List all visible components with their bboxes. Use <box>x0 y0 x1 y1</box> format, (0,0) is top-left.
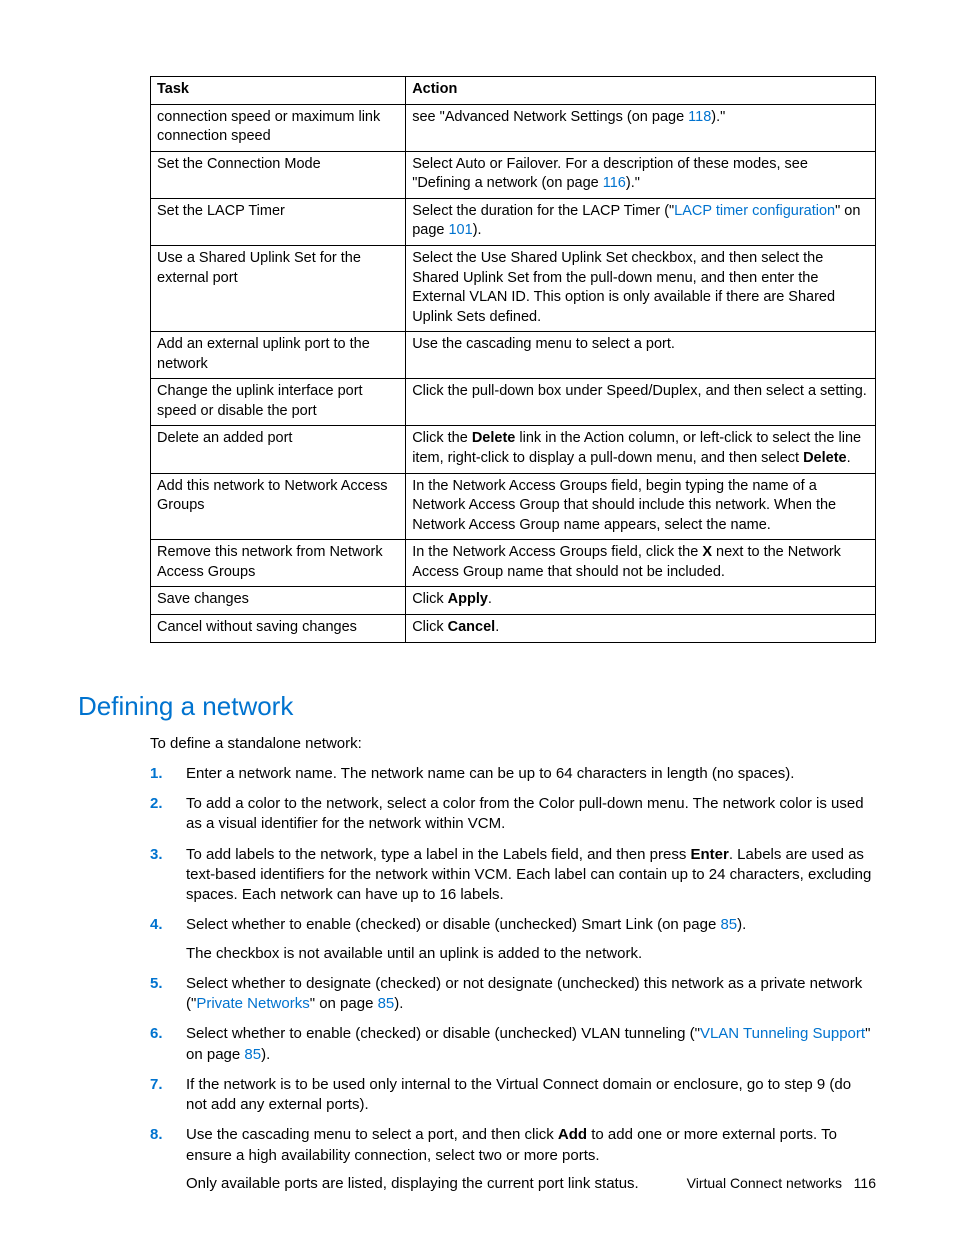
list-item: Select whether to designate (checked) or… <box>150 974 876 1015</box>
page-link[interactable]: 85 <box>720 916 737 933</box>
table-row: Change the uplink interface port speed o… <box>151 379 876 426</box>
task-cell: Change the uplink interface port speed o… <box>151 379 406 426</box>
table-row: Delete an added port Click the Delete li… <box>151 426 876 473</box>
list-item: Enter a network name. The network name c… <box>150 764 876 784</box>
table-header-action: Action <box>406 77 876 105</box>
page-number: 116 <box>854 1175 876 1191</box>
table-row: Set the LACP Timer Select the duration f… <box>151 198 876 245</box>
action-cell: Select Auto or Failover. For a descripti… <box>406 151 876 198</box>
table-row: Remove this network from Network Access … <box>151 540 876 587</box>
text-link[interactable]: VLAN Tunneling Support <box>700 1025 865 1042</box>
page-link[interactable]: 118 <box>688 109 711 125</box>
task-cell: Add an external uplink port to the netwo… <box>151 332 406 379</box>
list-item: Select whether to enable (checked) or di… <box>150 1024 876 1065</box>
list-item: If the network is to be used only intern… <box>150 1075 876 1116</box>
page-link[interactable]: 85 <box>244 1046 261 1063</box>
action-cell: Select the duration for the LACP Timer (… <box>406 198 876 245</box>
task-cell: Save changes <box>151 587 406 615</box>
action-cell: Use the cascading menu to select a port. <box>406 332 876 379</box>
section-heading: Defining a network <box>78 689 876 724</box>
action-cell: Click Apply. <box>406 587 876 615</box>
table-header-task: Task <box>151 77 406 105</box>
action-cell: see "Advanced Network Settings (on page … <box>406 104 876 151</box>
page-footer: Virtual Connect networks 116 <box>687 1174 876 1193</box>
action-cell: Click the pull-down box under Speed/Dupl… <box>406 379 876 426</box>
task-cell: Use a Shared Uplink Set for the external… <box>151 245 406 331</box>
task-cell: Delete an added port <box>151 426 406 473</box>
list-item: To add a color to the network, select a … <box>150 794 876 835</box>
task-action-table: Task Action connection speed or maximum … <box>150 76 876 643</box>
action-cell: In the Network Access Groups field, clic… <box>406 540 876 587</box>
table-row: Save changes Click Apply. <box>151 587 876 615</box>
table-row: connection speed or maximum link connect… <box>151 104 876 151</box>
page-link[interactable]: 85 <box>378 995 395 1012</box>
task-cell: Set the LACP Timer <box>151 198 406 245</box>
table-row: Add an external uplink port to the netwo… <box>151 332 876 379</box>
table-row: Add this network to Network Access Group… <box>151 473 876 540</box>
task-cell: connection speed or maximum link connect… <box>151 104 406 151</box>
table-row: Cancel without saving changes Click Canc… <box>151 614 876 642</box>
steps-list: Enter a network name. The network name c… <box>150 764 876 1194</box>
text-link[interactable]: LACP timer configuration <box>674 203 835 219</box>
task-cell: Set the Connection Mode <box>151 151 406 198</box>
action-cell: Click Cancel. <box>406 614 876 642</box>
page-link[interactable]: 116 <box>603 175 626 191</box>
table-row: Use a Shared Uplink Set for the external… <box>151 245 876 331</box>
action-cell: Click the Delete link in the Action colu… <box>406 426 876 473</box>
table-row: Set the Connection Mode Select Auto or F… <box>151 151 876 198</box>
intro-text: To define a standalone network: <box>150 734 876 754</box>
text-link[interactable]: Private Networks <box>196 995 309 1012</box>
task-cell: Remove this network from Network Access … <box>151 540 406 587</box>
action-cell: Select the Use Shared Uplink Set checkbo… <box>406 245 876 331</box>
list-item: Select whether to enable (checked) or di… <box>150 915 876 964</box>
list-item: To add labels to the network, type a lab… <box>150 845 876 906</box>
action-cell: In the Network Access Groups field, begi… <box>406 473 876 540</box>
page-link[interactable]: 101 <box>448 222 472 238</box>
task-cell: Add this network to Network Access Group… <box>151 473 406 540</box>
task-cell: Cancel without saving changes <box>151 614 406 642</box>
